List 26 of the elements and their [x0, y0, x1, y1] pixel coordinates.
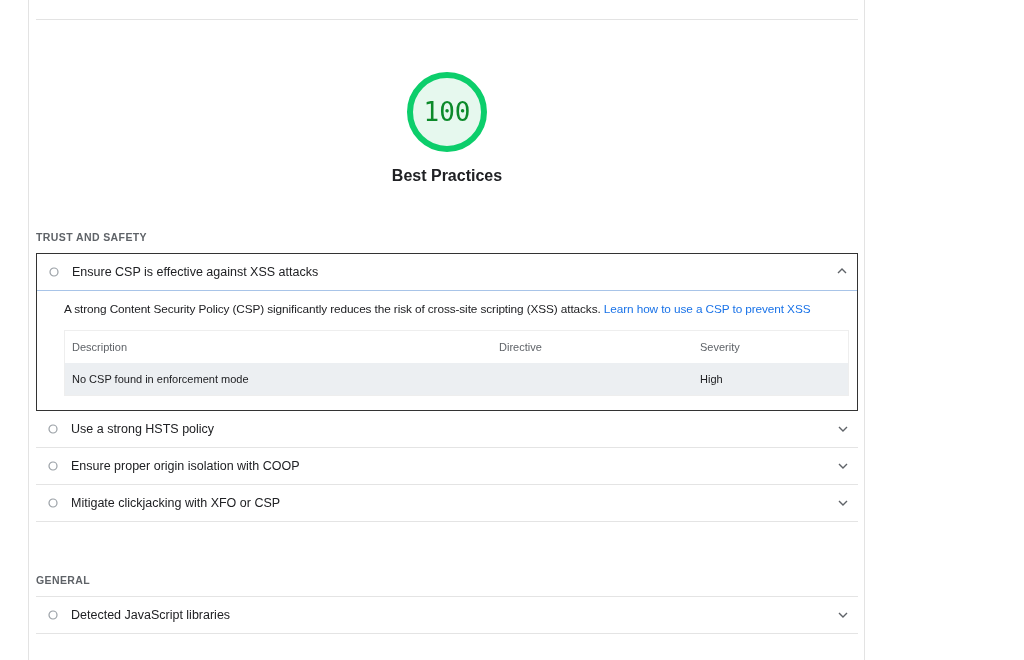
audit-status-icon	[49, 267, 59, 277]
audit-title: Use a strong HSTS policy	[71, 422, 216, 436]
score-value: 100	[423, 97, 471, 127]
audit-header[interactable]: Mitigate clickjacking with XFO or CSP	[36, 485, 858, 521]
audit-status-icon	[48, 610, 58, 620]
audit-description: A strong Content Security Policy (CSP) significantly reduces the risk of cross-site scripting (XSS) attacks. Learn how to use a CSP to prevent XSS	[64, 301, 812, 317]
audit-header[interactable]: Detected JavaScript libraries	[36, 597, 858, 633]
category-title: Best Practices	[391, 167, 503, 185]
audit-title: Ensure CSP is effective against XSS attacks	[72, 265, 320, 279]
audit-status-icon	[48, 424, 58, 434]
group-title: TRUST AND SAFETY	[36, 231, 148, 245]
learn-more-link[interactable]: Learn how to use a CSP to prevent XSS	[603, 302, 811, 316]
audit-title: Detected JavaScript libraries	[71, 608, 232, 622]
table-cell: High	[693, 363, 849, 396]
column-header: Severity	[693, 330, 849, 363]
audit-header[interactable]: Use a strong HSTS policy	[36, 411, 858, 447]
column-header: Directive	[492, 330, 693, 363]
audit-header[interactable]: Ensure proper origin isolation with COOP	[36, 448, 858, 484]
group-title: GENERAL	[36, 574, 858, 597]
table-cell: No CSP found in enforcement mode	[64, 363, 492, 396]
audit-status-icon	[48, 461, 58, 471]
audit-title: Mitigate clickjacking with XFO or CSP	[71, 496, 282, 510]
audit-title: Ensure proper origin isolation with COOP	[71, 459, 301, 473]
audit-header[interactable]: Ensure CSP is effective against XSS attacks	[37, 254, 857, 291]
column-header: Description	[64, 330, 492, 363]
audit-status-icon	[48, 498, 58, 508]
